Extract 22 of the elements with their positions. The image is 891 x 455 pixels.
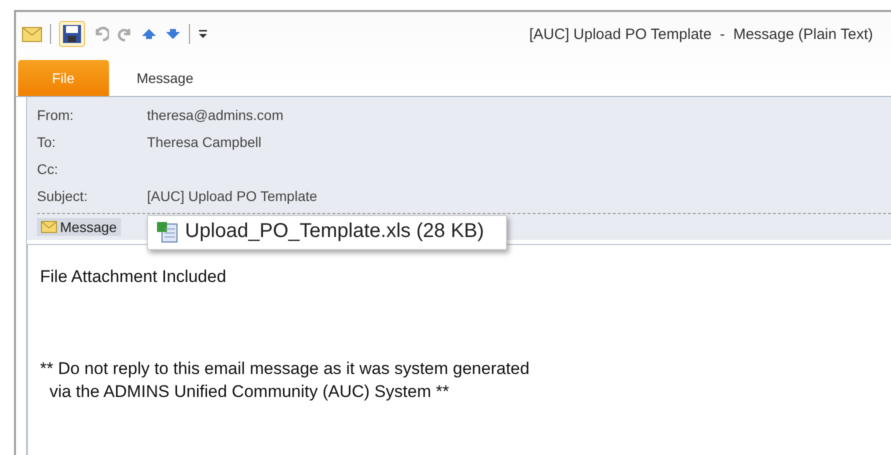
body-text: via the ADMINS Unified Community (AUC) System ** <box>48 382 450 401</box>
field-label: Cc: <box>37 161 59 177</box>
up-arrow-icon[interactable] <box>141 28 157 40</box>
down-arrow-icon[interactable] <box>165 28 181 40</box>
field-value: Theresa Campbell <box>147 134 262 150</box>
field-value: theresa@admins.com <box>147 107 284 123</box>
field-label: From: <box>37 107 75 123</box>
undo-icon[interactable] <box>93 26 109 42</box>
body-text: File Attachment Included <box>40 267 226 286</box>
field-value: [AUC] Upload PO Template <box>147 188 318 204</box>
window-title: [AUC] Upload PO Template - Message (Plain Text) <box>529 26 873 42</box>
ribbon-tab[interactable]: Message <box>108 60 222 96</box>
envelope-icon[interactable] <box>22 26 42 42</box>
message-tab[interactable]: Message <box>37 218 121 236</box>
save-button[interactable] <box>59 21 85 47</box>
field-label: To: <box>37 134 57 150</box>
redo-icon[interactable] <box>117 26 133 42</box>
spreadsheet-icon <box>156 220 180 242</box>
field-label: Subject: <box>37 188 89 204</box>
dropdown-icon[interactable] <box>198 29 208 39</box>
body-text: ** Do not reply to this email message as it was system generated <box>40 359 530 378</box>
envelope-icon <box>41 221 57 233</box>
